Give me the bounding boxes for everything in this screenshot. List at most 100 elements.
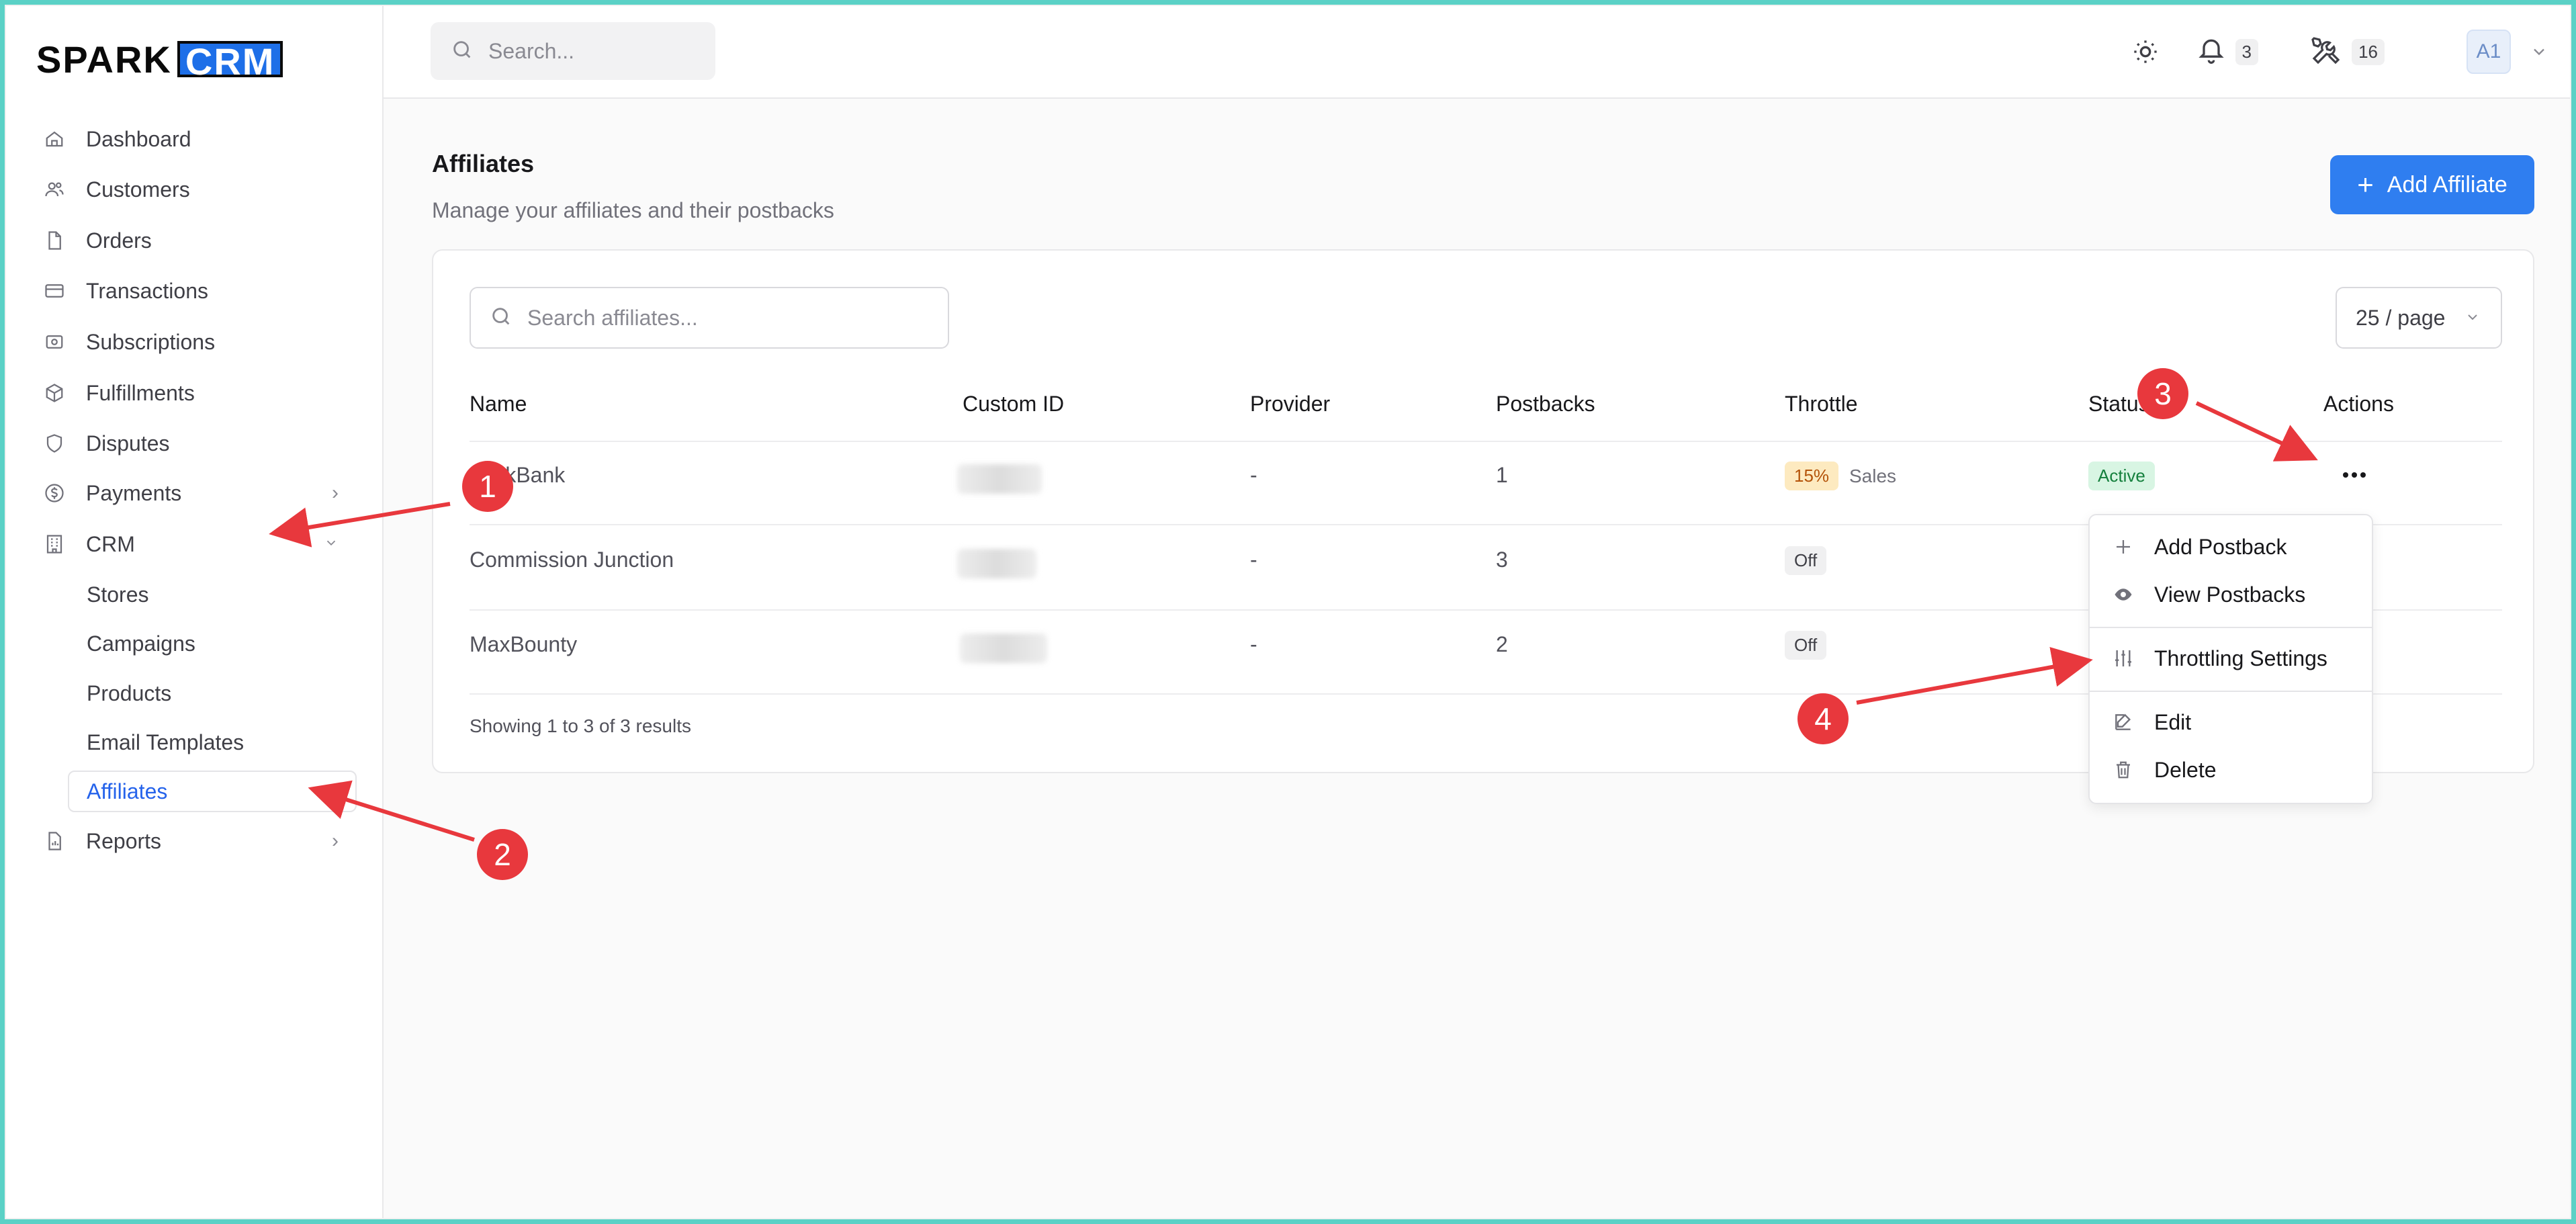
sidebar-subitem-products[interactable]: Products [87,672,171,714]
search-icon [490,305,513,331]
add-affiliate-label: Add Affiliate [2387,171,2507,198]
sidebar: SPARK CRM Dashboard Customers Orders Tran… [6,6,384,1218]
sidebar-item-reports[interactable]: Reports › [43,820,352,862]
table-cell-postbacks: 1 [1496,463,1508,487]
column-header-postbacks[interactable]: Postbacks [1496,392,1595,417]
global-search[interactable] [431,22,715,80]
chevron-right-icon: › [332,482,339,504]
chevron-down-icon[interactable] [2530,30,2548,73]
chevron-right-icon: › [332,830,339,852]
search-icon [451,38,474,64]
menu-item-label: Throttling Settings [2154,646,2327,670]
home-icon [43,128,66,150]
notifications-button[interactable]: 3 [2196,30,2258,73]
more-dots-icon [2343,472,2366,478]
affiliate-search[interactable] [470,287,949,349]
throttle-badge: Off [1785,631,1827,660]
building-icon [43,533,66,556]
subscription-icon [43,331,66,353]
tools-button[interactable]: 16 [2310,30,2385,73]
menu-item-label: Delete [2154,757,2217,782]
credit-card-icon [43,279,66,302]
sidebar-item-transactions[interactable]: Transactions [43,270,352,312]
menu-item-add-postback[interactable]: Add Postback [2090,523,2372,570]
annotation-marker-2: 2 [477,829,528,880]
menu-item-edit[interactable]: Edit [2090,699,2372,746]
sidebar-item-orders[interactable]: Orders [43,220,352,261]
shield-icon [43,432,66,455]
column-header-name[interactable]: Name [470,392,527,417]
menu-item-view-postbacks[interactable]: View Postbacks [2090,571,2372,618]
sidebar-item-label: Payments [86,480,182,505]
sidebar-item-label: Fulfillments [86,380,195,405]
menu-item-throttling-settings[interactable]: Throttling Settings [2090,635,2372,682]
sidebar-item-label: CRM [86,531,135,556]
page-title: Affiliates [432,150,535,177]
per-page-select[interactable]: 25 / page [2336,287,2502,349]
sidebar-item-crm[interactable]: CRM [43,523,352,565]
menu-item-delete[interactable]: Delete [2090,746,2372,793]
sidebar-item-label: Transactions [86,278,208,303]
menu-separator [2090,627,2372,628]
throttle-badge: 15% [1785,462,1839,490]
file-icon [43,229,66,252]
sidebar-item-fulfillments[interactable]: Fulfillments [43,372,352,414]
page-subtitle: Manage your affiliates and their postbac… [432,198,834,222]
table-cell-name[interactable]: MaxBounty [470,632,577,657]
column-header-actions: Actions [2323,392,2394,416]
column-header-throttle[interactable]: Throttle [1785,392,1857,417]
avatar: A1 [2467,30,2511,74]
sidebar-item-label: Disputes [86,431,170,455]
sidebar-item-label: Orders [86,228,152,253]
sidebar-item-disputes[interactable]: Disputes [43,423,352,464]
sidebar-item-subscriptions[interactable]: Subscriptions [43,321,352,363]
chevron-down-icon [2464,306,2481,331]
affiliate-search-input[interactable] [527,305,917,331]
dollar-icon [43,482,66,505]
column-header-custom-id[interactable]: Custom ID [963,392,1064,417]
menu-item-label: View Postbacks [2154,582,2306,607]
sidebar-subitem-affiliates[interactable]: Affiliates [68,771,357,812]
brand-logo[interactable]: SPARK CRM [36,38,283,81]
global-search-input[interactable] [488,38,703,64]
custom-id-redacted [957,464,1042,494]
user-menu[interactable]: A1 [2467,30,2511,74]
chevron-down-icon [324,533,339,556]
custom-id-redacted [960,633,1047,663]
trash-icon [2110,759,2137,781]
sidebar-item-label: Reports [86,828,162,853]
table-divider [470,441,2502,442]
table-cell-postbacks: 3 [1496,548,1508,572]
plus-icon: + [2357,169,2374,200]
top-header: 3 16 A1 [384,6,2570,99]
sidebar-item-customers[interactable]: Customers [43,169,352,210]
pagination-summary: Showing 1 to 3 of 3 results [470,715,691,736]
annotation-marker-1: 1 [462,461,513,512]
table-cell-provider: - [1250,632,1257,656]
brand-crm: CRM [177,41,283,81]
status-badge: Active [2088,462,2155,490]
plus-icon [2110,537,2137,557]
eye-icon [2110,584,2137,605]
row-actions-button[interactable] [2334,462,2374,488]
table-cell-name[interactable]: Commission Junction [470,548,674,572]
sidebar-item-dashboard[interactable]: Dashboard [43,118,352,160]
annotation-marker-4: 4 [1797,693,1849,744]
tools-icon [2310,34,2342,70]
throttle-badge: Off [1785,546,1827,575]
notifications-count: 3 [2235,38,2258,65]
bell-icon [2196,36,2226,69]
app-window: SPARK CRM Dashboard Customers Orders Tran… [5,5,2571,1219]
add-affiliate-button[interactable]: + Add Affiliate [2330,155,2534,214]
throttle-note: Sales [1849,466,1897,486]
theme-toggle-icon[interactable] [2132,30,2159,73]
brand-spark: SPARK [36,38,172,81]
menu-item-label: Add Postback [2154,534,2287,559]
sidebar-subitem-campaigns[interactable]: Campaigns [87,623,195,664]
column-header-provider[interactable]: Provider [1250,392,1330,417]
tools-count: 16 [2352,38,2385,65]
menu-item-label: Edit [2154,709,2192,734]
sidebar-subitem-email-templates[interactable]: Email Templates [87,722,244,763]
sidebar-subitem-stores[interactable]: Stores [87,574,148,615]
sidebar-item-payments[interactable]: Payments › [43,472,352,514]
